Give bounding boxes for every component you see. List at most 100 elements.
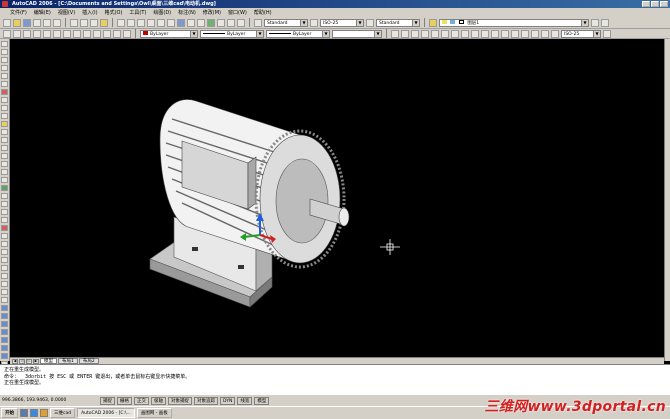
stretch-icon[interactable]: [1, 249, 8, 255]
table-style-dropdown[interactable]: Standard: [376, 18, 420, 27]
extend-icon[interactable]: [1, 265, 8, 271]
hatch-icon[interactable]: [1, 145, 8, 151]
trim-icon[interactable]: [1, 257, 8, 263]
dim-arc-icon[interactable]: [411, 29, 419, 38]
cut-icon[interactable]: [70, 18, 78, 27]
offset-icon[interactable]: [1, 209, 8, 215]
dim-baseline-icon[interactable]: [481, 29, 489, 38]
minimize-button[interactable]: [642, 1, 650, 7]
dim-linear-icon[interactable]: [391, 29, 399, 38]
ucs-icon[interactable]: [3, 29, 11, 38]
quick-leader-icon[interactable]: [501, 29, 509, 38]
erase-icon[interactable]: [1, 185, 8, 191]
snap-toggle[interactable]: 捕捉: [100, 396, 115, 405]
drawing-viewport[interactable]: [10, 39, 664, 357]
dim-jogged-icon[interactable]: [441, 29, 449, 38]
lineweight-dropdown[interactable]: ByLayer: [266, 29, 330, 38]
start-button[interactable]: 开始: [1, 408, 18, 418]
cone-icon[interactable]: [1, 337, 8, 343]
sphere-icon[interactable]: [1, 321, 8, 327]
menu-dimension[interactable]: 标注(N): [178, 9, 196, 16]
tab-next-button[interactable]: ▷: [26, 358, 32, 364]
linetype-dropdown[interactable]: ByLayer: [200, 29, 264, 38]
polygon-icon[interactable]: [1, 65, 8, 71]
layer-previous-icon[interactable]: [591, 18, 599, 27]
color-dropdown[interactable]: ByLayer: [140, 29, 198, 38]
torus-icon[interactable]: [1, 353, 8, 359]
quick-dim-icon[interactable]: [471, 29, 479, 38]
autocad-app-icon[interactable]: [2, 1, 8, 7]
region-icon[interactable]: [1, 161, 8, 167]
dim-edit-icon[interactable]: [531, 29, 539, 38]
text-style-dropdown[interactable]: Standard: [264, 18, 308, 27]
revision-cloud-icon[interactable]: [1, 97, 8, 103]
menu-edit[interactable]: 编辑(E): [34, 9, 51, 16]
tab-first-button[interactable]: ◀: [12, 358, 18, 364]
cylinder-icon[interactable]: [1, 329, 8, 335]
explode-icon[interactable]: [1, 305, 8, 311]
ucs-previous-icon[interactable]: [23, 29, 31, 38]
make-block-icon[interactable]: [1, 129, 8, 135]
ucs-object-icon[interactable]: [43, 29, 51, 38]
menu-format[interactable]: 格式(O): [105, 9, 123, 16]
break-icon[interactable]: [1, 273, 8, 279]
sheet-set-icon[interactable]: [207, 18, 215, 27]
tool-palettes-icon[interactable]: [197, 18, 205, 27]
menu-view[interactable]: 视图(V): [58, 9, 75, 16]
tab-prev-button[interactable]: ◁: [19, 358, 25, 364]
zoom-previous-icon[interactable]: [167, 18, 175, 27]
new-icon[interactable]: [3, 18, 11, 27]
task-paint[interactable]: 画图网 - 画板: [136, 408, 172, 418]
mirror-icon[interactable]: [1, 201, 8, 207]
copy-icon[interactable]: [80, 18, 88, 27]
array-icon[interactable]: [1, 217, 8, 223]
ucs-origin-icon[interactable]: [63, 29, 71, 38]
tolerance-icon[interactable]: [511, 29, 519, 38]
zoom-window-icon[interactable]: [157, 18, 165, 27]
dim-ordinate-icon[interactable]: [421, 29, 429, 38]
dyn-toggle[interactable]: DYN: [220, 396, 236, 405]
quicklaunch-ie-icon[interactable]: [30, 409, 38, 417]
rectangle-icon[interactable]: [1, 73, 8, 79]
markup-icon[interactable]: [217, 18, 225, 27]
paste-icon[interactable]: [90, 18, 98, 27]
design-center-icon[interactable]: [187, 18, 195, 27]
menu-modify[interactable]: 修改(M): [203, 9, 221, 16]
quickcalc-icon[interactable]: [227, 18, 235, 27]
ucs-apply-icon[interactable]: [123, 29, 131, 38]
circle-icon[interactable]: [1, 89, 8, 95]
point-icon[interactable]: [1, 137, 8, 143]
center-mark-icon[interactable]: [521, 29, 529, 38]
layer-dropdown[interactable]: 图层1: [439, 18, 589, 27]
quicklaunch-explorer-icon[interactable]: [40, 409, 48, 417]
dim-update-icon[interactable]: [551, 29, 559, 38]
rotate-icon[interactable]: [1, 233, 8, 239]
menu-file[interactable]: 文件(F): [10, 9, 27, 16]
ucs-x-icon[interactable]: [93, 29, 101, 38]
grid-toggle[interactable]: 栅格: [117, 396, 132, 405]
zoom-realtime-icon[interactable]: [147, 18, 155, 27]
model-toggle[interactable]: 模型: [254, 396, 270, 405]
ucs-y-icon[interactable]: [103, 29, 111, 38]
publish-icon[interactable]: [53, 18, 61, 27]
make-object-layer-current-icon[interactable]: [601, 18, 609, 27]
dim-aligned-icon[interactable]: [401, 29, 409, 38]
otrack-toggle[interactable]: 对象追踪: [194, 396, 218, 405]
undo-icon[interactable]: [117, 18, 125, 27]
menu-insert[interactable]: 插入(I): [82, 9, 97, 16]
maximize-button[interactable]: [651, 1, 659, 7]
spline-icon[interactable]: [1, 105, 8, 111]
ucs-world-icon[interactable]: [13, 29, 21, 38]
ucs-3point-icon[interactable]: [83, 29, 91, 38]
open-icon[interactable]: [13, 18, 21, 27]
ucs-zaxis-icon[interactable]: [73, 29, 81, 38]
ucs-z-icon[interactable]: [113, 29, 121, 38]
save-icon[interactable]: [23, 18, 31, 27]
redo-icon[interactable]: [127, 18, 135, 27]
tab-last-button[interactable]: ▶: [33, 358, 39, 364]
menu-window[interactable]: 窗口(W): [228, 9, 247, 16]
help-icon[interactable]: [237, 18, 245, 27]
menu-tools[interactable]: 工具(T): [129, 9, 146, 16]
ortho-toggle[interactable]: 正交: [134, 396, 149, 405]
scale-icon[interactable]: [1, 241, 8, 247]
